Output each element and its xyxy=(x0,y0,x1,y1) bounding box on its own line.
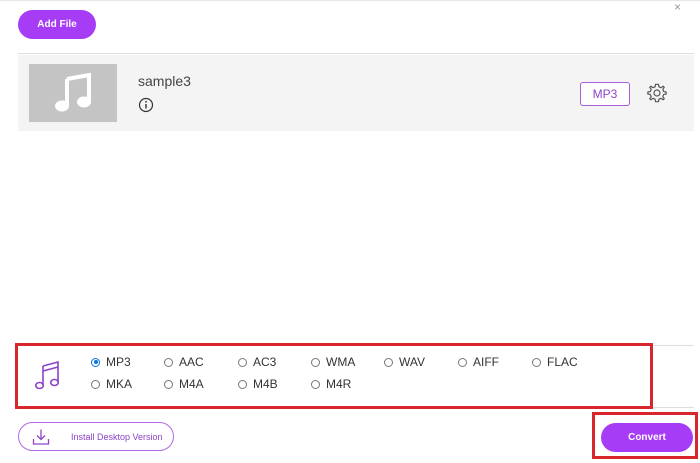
download-icon xyxy=(32,429,50,445)
install-desktop-button[interactable]: Install Desktop Version xyxy=(18,422,174,451)
output-format-button[interactable]: MP3 xyxy=(580,82,630,106)
info-icon[interactable] xyxy=(138,97,154,113)
file-row: sample3 MP3 xyxy=(18,55,694,131)
file-name: sample3 xyxy=(138,73,191,89)
music-file-icon xyxy=(55,73,91,112)
header-divider xyxy=(18,53,694,54)
install-desktop-label: Install Desktop Version xyxy=(71,432,163,442)
file-thumbnail xyxy=(29,64,117,122)
close-icon[interactable]: × xyxy=(674,0,681,14)
gear-icon[interactable] xyxy=(646,82,668,104)
top-border xyxy=(0,0,700,1)
format-highlight-box xyxy=(15,343,653,409)
convert-highlight-box xyxy=(592,412,698,459)
add-file-button[interactable]: Add File xyxy=(18,10,96,39)
